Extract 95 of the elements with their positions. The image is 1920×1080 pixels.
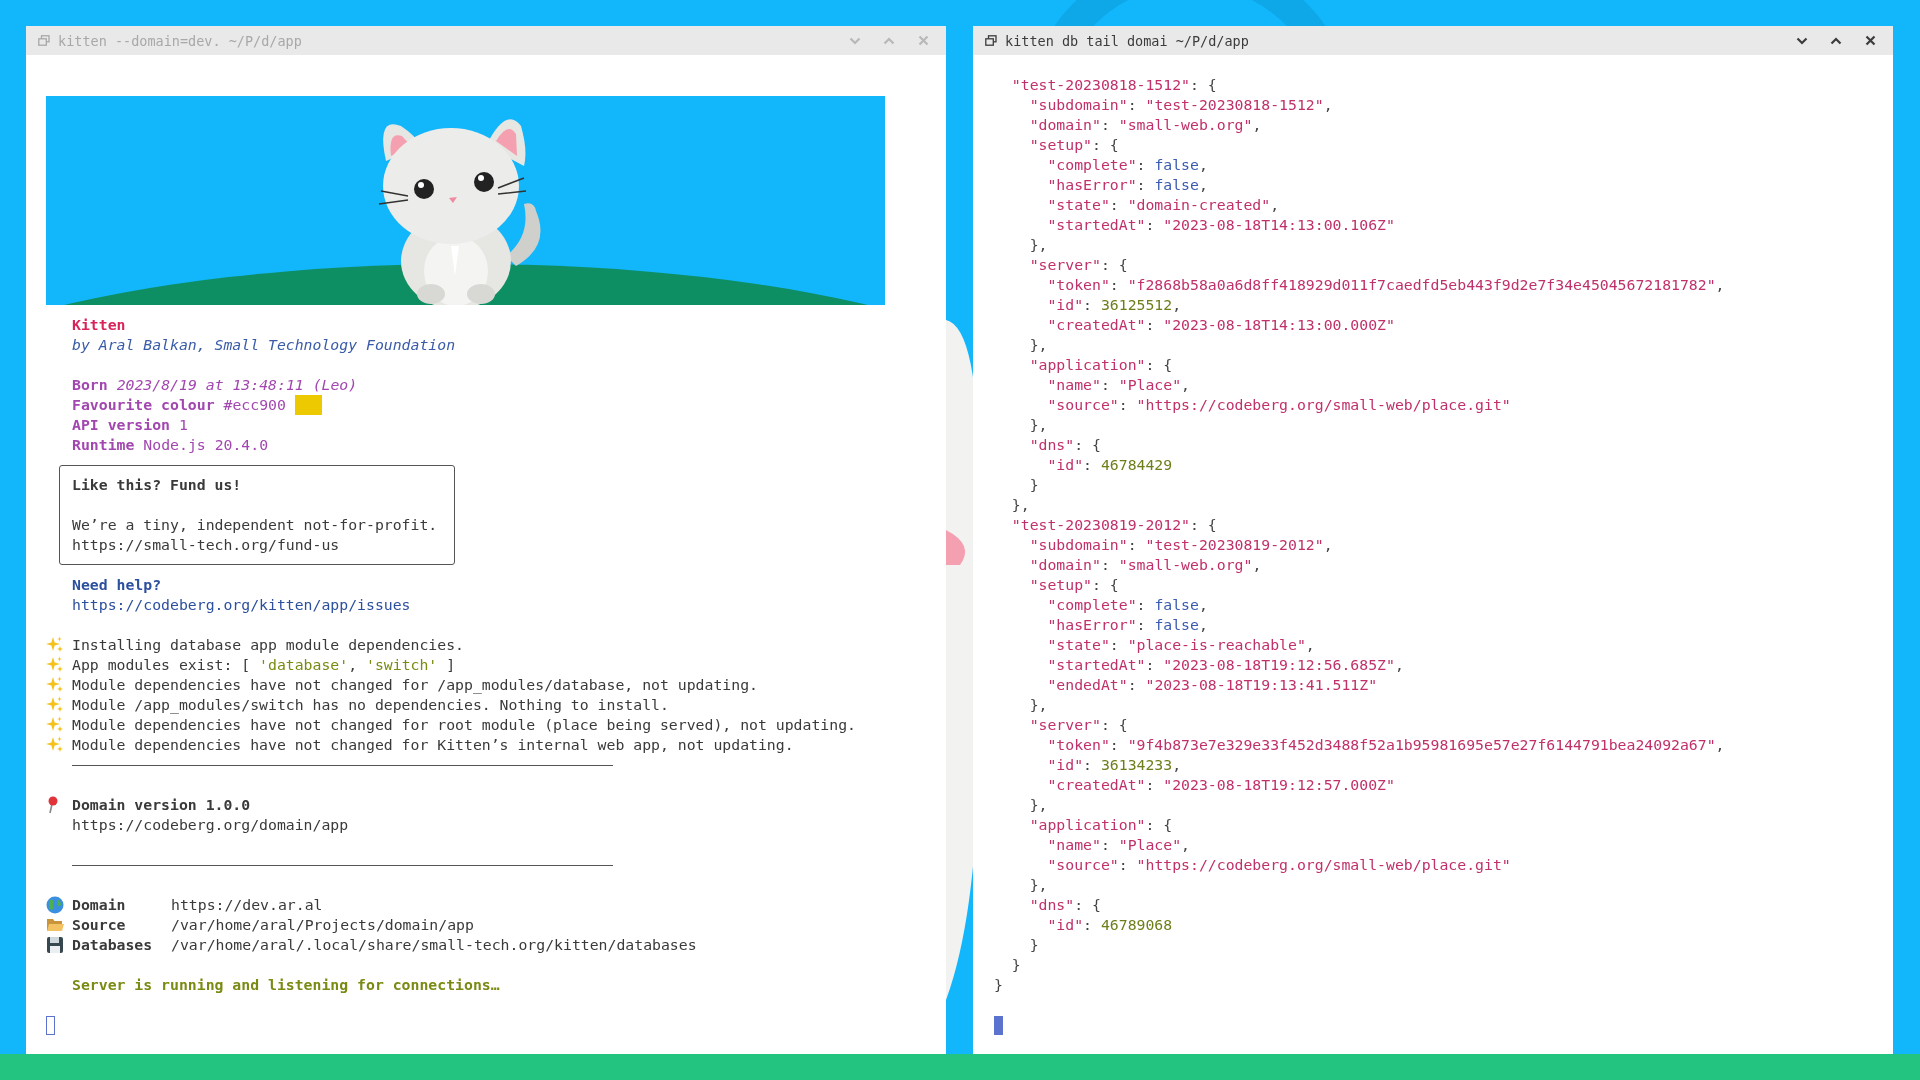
json-line: },: [1010, 495, 1030, 515]
json-line: "source": "https://codeberg.org/small-web/place.git": [1046, 395, 1511, 415]
json-line: "domain": "small-web.org",: [1028, 115, 1262, 135]
log-line: Module dependencies have not changed for root module (place being served), not updating.: [72, 715, 856, 735]
sparkles-icon: [46, 636, 64, 654]
close-icon: [917, 35, 929, 46]
path-label: Databases: [72, 935, 154, 955]
json-line: },: [1028, 235, 1048, 255]
log-line: Installing database app module dependencies.: [72, 635, 464, 655]
json-line: "server": {: [1028, 255, 1128, 275]
json-line: "setup": {: [1028, 575, 1119, 595]
fact-value: #ecc900: [223, 395, 286, 415]
fund-link[interactable]: https://small-tech.org/fund-us: [72, 535, 340, 555]
json-line: "createdAt": "2023-08-18T14:13:00.000Z": [1046, 315, 1395, 335]
window-icon: [985, 35, 997, 46]
json-line: },: [1028, 415, 1048, 435]
domain-link[interactable]: https://codeberg.org/domain/app: [72, 815, 349, 835]
json-line: "name": "Place",: [1046, 375, 1190, 395]
json-line: "test-20230818-1512": {: [1010, 75, 1217, 95]
json-line: "state": "place-is-reachable",: [1046, 635, 1315, 655]
fact-label: Favourite colour: [72, 395, 215, 415]
json-line: "startedAt": "2023-08-18T19:12:56.685Z",: [1046, 655, 1404, 675]
json-line: },: [1028, 795, 1048, 815]
server-status: Server is running and listening for connections…: [72, 975, 500, 995]
json-line: "domain": "small-web.org",: [1028, 555, 1262, 575]
json-line: "hasError": false,: [1046, 175, 1208, 195]
window-icon: [38, 35, 50, 46]
json-line: "id": 36134233,: [1046, 755, 1182, 775]
json-line: "state": "domain-created",: [1046, 195, 1280, 215]
chevron-down-icon: [1796, 36, 1808, 45]
json-line: "endedAt": "2023-08-18T19:13:41.511Z": [1046, 675, 1378, 695]
json-line: },: [1028, 875, 1048, 895]
sparkles-icon: [46, 656, 64, 674]
json-line: "dns": {: [1028, 895, 1101, 915]
help-link[interactable]: https://codeberg.org/kitten/app/issues: [72, 595, 411, 615]
json-line: "dns": {: [1028, 435, 1101, 455]
path-label: Domain: [72, 895, 127, 915]
fact-value: Node.js 20.4.0: [143, 435, 269, 455]
json-line: "createdAt": "2023-08-18T19:12:57.000Z": [1046, 775, 1395, 795]
app-byline: by Aral Balkan, Small Technology Foundation: [72, 335, 456, 355]
json-line: "setup": {: [1028, 135, 1119, 155]
json-line: },: [1028, 695, 1048, 715]
json-line: "startedAt": "2023-08-18T14:13:00.106Z": [1046, 215, 1395, 235]
json-line: "test-20230819-2012": {: [1010, 515, 1217, 535]
fact-value: 1: [179, 415, 188, 435]
fund-title: Like this? Fund us!: [72, 475, 242, 495]
json-line: "hasError": false,: [1046, 615, 1208, 635]
log-line: Module dependencies have not changed for Kitten’s internal web app, not updating.: [72, 735, 794, 755]
log-line: App modules exist: [ 'database', 'switch' ]: [72, 655, 456, 675]
fund-text: We’re a tiny, independent not-for-profit.: [72, 515, 438, 535]
json-line: "application": {: [1028, 355, 1173, 375]
json-line: }: [1028, 475, 1039, 495]
pin-icon: [46, 796, 60, 814]
chevron-up-icon: [1830, 36, 1842, 45]
json-line: "subdomain": "test-20230819-2012",: [1028, 535, 1333, 555]
help-title: Need help?: [72, 575, 162, 595]
json-line: "complete": false,: [1046, 595, 1208, 615]
app-name: Kitten: [72, 315, 126, 335]
window-title: kitten db tail domai ~/P/d/app: [1005, 32, 1250, 49]
fact-label: Runtime: [72, 435, 135, 455]
path-value: /var/home/aral/Projects/domain/app: [171, 915, 474, 935]
path-label: Source: [72, 915, 127, 935]
folder-icon: [46, 917, 64, 933]
json-line: "id": 46789068: [1046, 915, 1173, 935]
globe-icon: [46, 896, 64, 914]
json-line: "id": 46784429: [1046, 455, 1173, 475]
json-line: }: [1028, 935, 1039, 955]
log-line: Module /app_modules/switch has no dependencies. Nothing to install.: [72, 695, 669, 715]
json-line: }: [994, 975, 1003, 995]
json-line: "id": 36125512,: [1046, 295, 1182, 315]
sparkles-icon: [46, 696, 64, 714]
json-line: "token": "9f4b873e7e329e33f452d3488f52a1b95981695e57e27f6144791bea24092a67",: [1046, 735, 1725, 755]
json-line: "source": "https://codeberg.org/small-web/place.git": [1046, 855, 1511, 875]
sparkles-icon: [46, 736, 64, 754]
path-value: /var/home/aral/.local/share/small-tech.org/kitten/databases: [171, 935, 697, 955]
fact-label: Born: [72, 375, 108, 395]
log-line: Module dependencies have not changed for /app_modules/database, not updating.: [72, 675, 758, 695]
domain-version: Domain version 1.0.0: [72, 795, 251, 815]
json-line: "server": {: [1028, 715, 1128, 735]
fact-value: 2023/8/19 at 13:48:11 (Leo): [116, 375, 358, 395]
json-line: }: [1010, 955, 1021, 975]
sparkles-icon: [46, 716, 64, 734]
json-line: },: [1028, 335, 1048, 355]
json-line: "complete": false,: [1046, 155, 1208, 175]
close-icon: [1864, 35, 1876, 46]
chevron-down-icon: [849, 36, 861, 45]
json-line: "token": "f2868b58a0a6d8ff418929d011f7caedfd5eb443f9d2e7f34e45045672181782",: [1046, 275, 1725, 295]
json-line: "subdomain": "test-20230818-1512",: [1028, 95, 1333, 115]
window-title: kitten --domain=dev. ~/P/d/app: [58, 32, 303, 49]
sparkles-icon: [46, 676, 64, 694]
json-line: "name": "Place",: [1046, 835, 1190, 855]
json-line: "application": {: [1028, 815, 1173, 835]
chevron-up-icon: [883, 36, 895, 45]
fact-label: API version: [72, 415, 170, 435]
path-value: https://dev.ar.al: [171, 895, 323, 915]
